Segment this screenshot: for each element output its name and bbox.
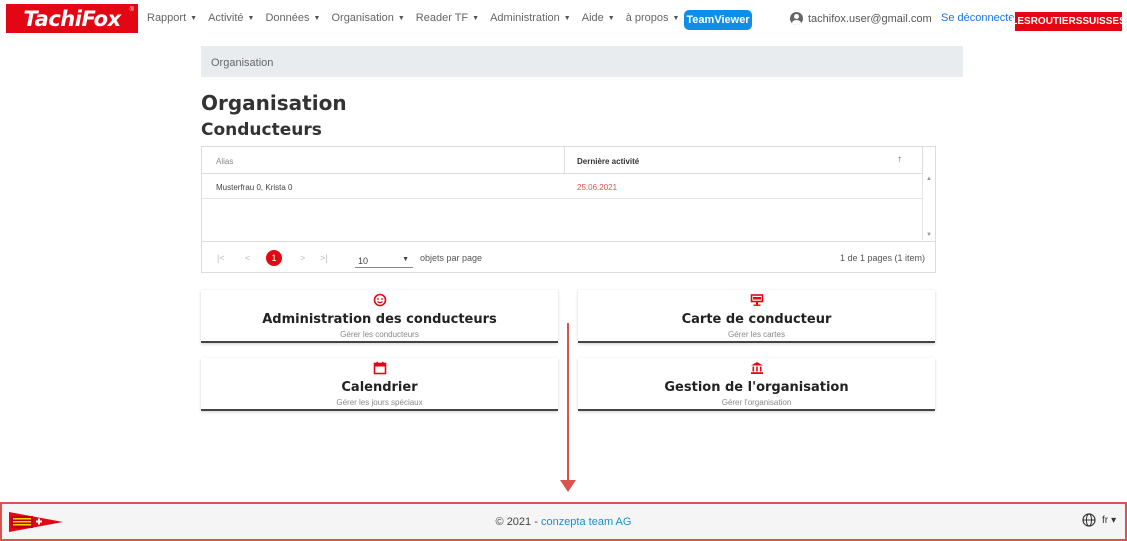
scroll-up-icon[interactable]: ▲ xyxy=(926,176,932,182)
smiley-icon xyxy=(201,293,558,307)
menu-label: Administration xyxy=(490,12,560,24)
cell-alias: Musterfrau 0, Krista 0 xyxy=(216,183,293,192)
card-title: Gestion de l'organisation xyxy=(664,380,849,395)
caret-down-icon: ▼ xyxy=(397,14,405,22)
breadcrumb-item[interactable]: Organisation xyxy=(211,57,273,69)
card-title: Carte de conducteur xyxy=(681,312,832,327)
drivers-grid: Alias Dernière activité ↑ Musterfrau 0, … xyxy=(201,146,936,273)
column-header-alias[interactable]: Alias xyxy=(216,157,233,166)
card-title: Administration des conducteurs xyxy=(262,312,497,327)
calendar-card[interactable]: Calendrier Gérer les jours spéciaux xyxy=(201,358,558,411)
organization-badge[interactable]: LESROUTIERSSUISSES xyxy=(1011,12,1126,31)
copyright-text: © 2021 - xyxy=(495,516,541,528)
menu-label: Reader TF xyxy=(415,12,469,24)
caret-down-icon: ▼ xyxy=(607,14,615,22)
language-selector[interactable]: fr ▾ xyxy=(1082,513,1116,527)
card-subtitle: Gérer les cartes xyxy=(728,330,785,339)
page-1-button[interactable]: 1 xyxy=(266,250,282,266)
menu-activite[interactable]: Activité ▼ xyxy=(208,12,254,24)
menu-label: à propos xyxy=(625,12,669,24)
page-size-value: 10 xyxy=(358,256,369,266)
menu-rapport[interactable]: Rapport ▼ xyxy=(147,12,197,24)
language-code: fr xyxy=(1102,514,1109,526)
previous-page-icon[interactable]: < xyxy=(245,253,250,263)
card-reader-icon xyxy=(578,293,935,307)
menu-label: Rapport xyxy=(147,12,187,24)
column-header-last-activity[interactable]: Dernière activité xyxy=(577,157,639,166)
organization-management-card[interactable]: Gestion de l'organisation Gérer l'organi… xyxy=(578,358,935,411)
footer: © 2021 - conzepta team AG fr ▾ xyxy=(0,502,1127,541)
column-divider xyxy=(564,147,565,174)
menu-label: Aide xyxy=(581,12,604,24)
header-scroll-spacer xyxy=(922,147,936,174)
annotation-arrow-head xyxy=(560,480,576,492)
menu-reader-tf[interactable]: Reader TF ▼ xyxy=(416,12,479,24)
caret-down-icon: ▼ xyxy=(472,14,480,22)
bank-icon xyxy=(578,361,935,375)
last-page-icon[interactable]: >| xyxy=(320,253,328,263)
section-title: Conducteurs xyxy=(201,120,322,140)
user-account[interactable]: tachifox.user@gmail.com xyxy=(790,12,932,25)
main-menu: Rapport ▼ Activité ▼ Données ▼ Organisation… xyxy=(147,12,690,24)
caret-down-icon: ▼ xyxy=(190,14,198,22)
caret-down-icon: ▼ xyxy=(563,14,571,22)
cell-last-activity: 25.06.2021 xyxy=(577,183,618,192)
card-subtitle: Gérer l'organisation xyxy=(721,398,792,407)
next-page-icon[interactable]: > xyxy=(300,253,305,263)
logo-text: TachiFox xyxy=(23,6,121,31)
dropdown-caret-icon: ▼ xyxy=(402,256,409,263)
page-size-label: objets par page xyxy=(420,253,483,263)
menu-administration[interactable]: Administration ▼ xyxy=(490,12,571,24)
grid-header: Alias Dernière activité ↑ xyxy=(202,147,922,174)
menu-label: Activité xyxy=(208,12,244,24)
breadcrumb: Organisation xyxy=(201,46,963,77)
menu-label: Organisation xyxy=(331,12,394,24)
menu-label: Données xyxy=(265,12,310,24)
sort-ascending-icon[interactable]: ↑ xyxy=(897,154,902,165)
card-title: Calendrier xyxy=(341,380,418,395)
grid-pager: |< < 1 > >| 10 ▼ objets par page 1 de 1 … xyxy=(202,241,935,273)
menu-organisation[interactable]: Organisation ▼ xyxy=(331,12,404,24)
table-row[interactable]: Musterfrau 0, Krista 0 25.06.2021 xyxy=(202,174,922,199)
first-page-icon[interactable]: |< xyxy=(217,253,225,263)
caret-down-icon: ▼ xyxy=(247,14,255,22)
driver-administration-card[interactable]: Administration des conducteurs Gérer les… xyxy=(201,290,558,343)
company-link[interactable]: conzepta team AG xyxy=(541,516,632,528)
logout-link[interactable]: Se déconnecter xyxy=(941,12,1018,24)
page-title: Organisation xyxy=(201,91,347,115)
teamviewer-button[interactable]: TeamViewer xyxy=(684,10,752,30)
top-navbar: TachiFox ® Rapport ▼ Activité ▼ Données ▼ O… xyxy=(0,0,1127,40)
caret-down-icon: ▾ xyxy=(1111,514,1117,526)
grid-scrollbar[interactable]: ▲ ▼ xyxy=(922,174,936,240)
scroll-down-icon[interactable]: ▼ xyxy=(926,232,932,238)
logo-registered-mark: ® xyxy=(129,7,134,13)
menu-donnees[interactable]: Données ▼ xyxy=(265,12,320,24)
user-email: tachifox.user@gmail.com xyxy=(808,12,932,25)
calendar-icon xyxy=(201,361,558,375)
pager-info: 1 de 1 pages (1 item) xyxy=(839,253,925,263)
page-size-select[interactable]: 10 ▼ xyxy=(355,251,413,268)
menu-a-propos[interactable]: à propos ▼ xyxy=(626,12,680,24)
tachifox-logo[interactable]: TachiFox ® xyxy=(6,4,138,33)
driver-card-card[interactable]: Carte de conducteur Gérer les cartes xyxy=(578,290,935,343)
menu-aide[interactable]: Aide ▼ xyxy=(582,12,615,24)
user-icon xyxy=(790,12,803,25)
copyright: © 2021 - conzepta team AG xyxy=(2,516,1125,528)
card-subtitle: Gérer les conducteurs xyxy=(340,330,419,339)
caret-down-icon: ▼ xyxy=(672,14,680,22)
card-subtitle: Gérer les jours spéciaux xyxy=(336,398,423,407)
globe-icon xyxy=(1082,513,1096,527)
caret-down-icon: ▼ xyxy=(313,14,321,22)
annotation-arrow-shaft xyxy=(567,323,569,483)
